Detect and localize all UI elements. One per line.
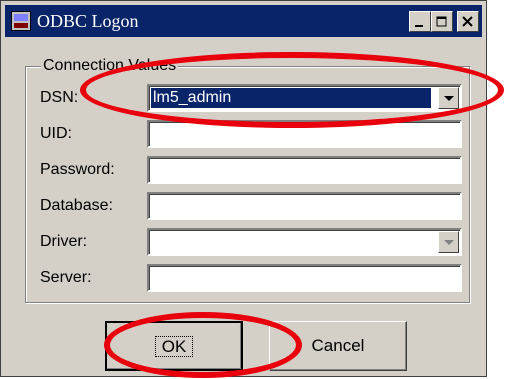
server-label: Server: <box>40 269 92 286</box>
uid-field[interactable] <box>147 120 462 148</box>
maximize-button[interactable] <box>431 11 453 32</box>
close-button[interactable] <box>457 11 479 32</box>
password-label: Password: <box>40 161 115 178</box>
password-field[interactable] <box>147 156 462 184</box>
cancel-button[interactable]: Cancel <box>269 321 407 371</box>
uid-label: UID: <box>40 125 72 142</box>
odbc-app-icon <box>11 11 31 31</box>
dropdown-arrow-icon[interactable] <box>438 87 459 109</box>
database-label: Database: <box>40 197 113 214</box>
dropdown-arrow-icon[interactable] <box>438 231 459 253</box>
ok-button[interactable]: OK <box>105 321 243 371</box>
database-field[interactable] <box>147 192 462 220</box>
minimize-icon <box>415 25 423 27</box>
maximize-icon <box>436 16 447 27</box>
title-bar[interactable]: ODBC Logon <box>5 5 482 37</box>
odbc-logon-dialog: ODBC Logon Connection Values DSN: lm5_ad… <box>0 0 487 377</box>
dsn-value: lm5_admin <box>151 88 431 108</box>
driver-label: Driver: <box>40 233 88 250</box>
minimize-button[interactable] <box>409 11 431 32</box>
driver-dropdown[interactable] <box>147 228 462 256</box>
server-field[interactable] <box>147 264 462 292</box>
dsn-dropdown[interactable]: lm5_admin <box>147 84 462 112</box>
dsn-label: DSN: <box>40 89 79 106</box>
group-legend: Connection Values <box>41 57 179 75</box>
ok-button-label: OK <box>154 336 194 357</box>
window-title: ODBC Logon <box>37 11 139 31</box>
close-icon <box>462 16 473 27</box>
